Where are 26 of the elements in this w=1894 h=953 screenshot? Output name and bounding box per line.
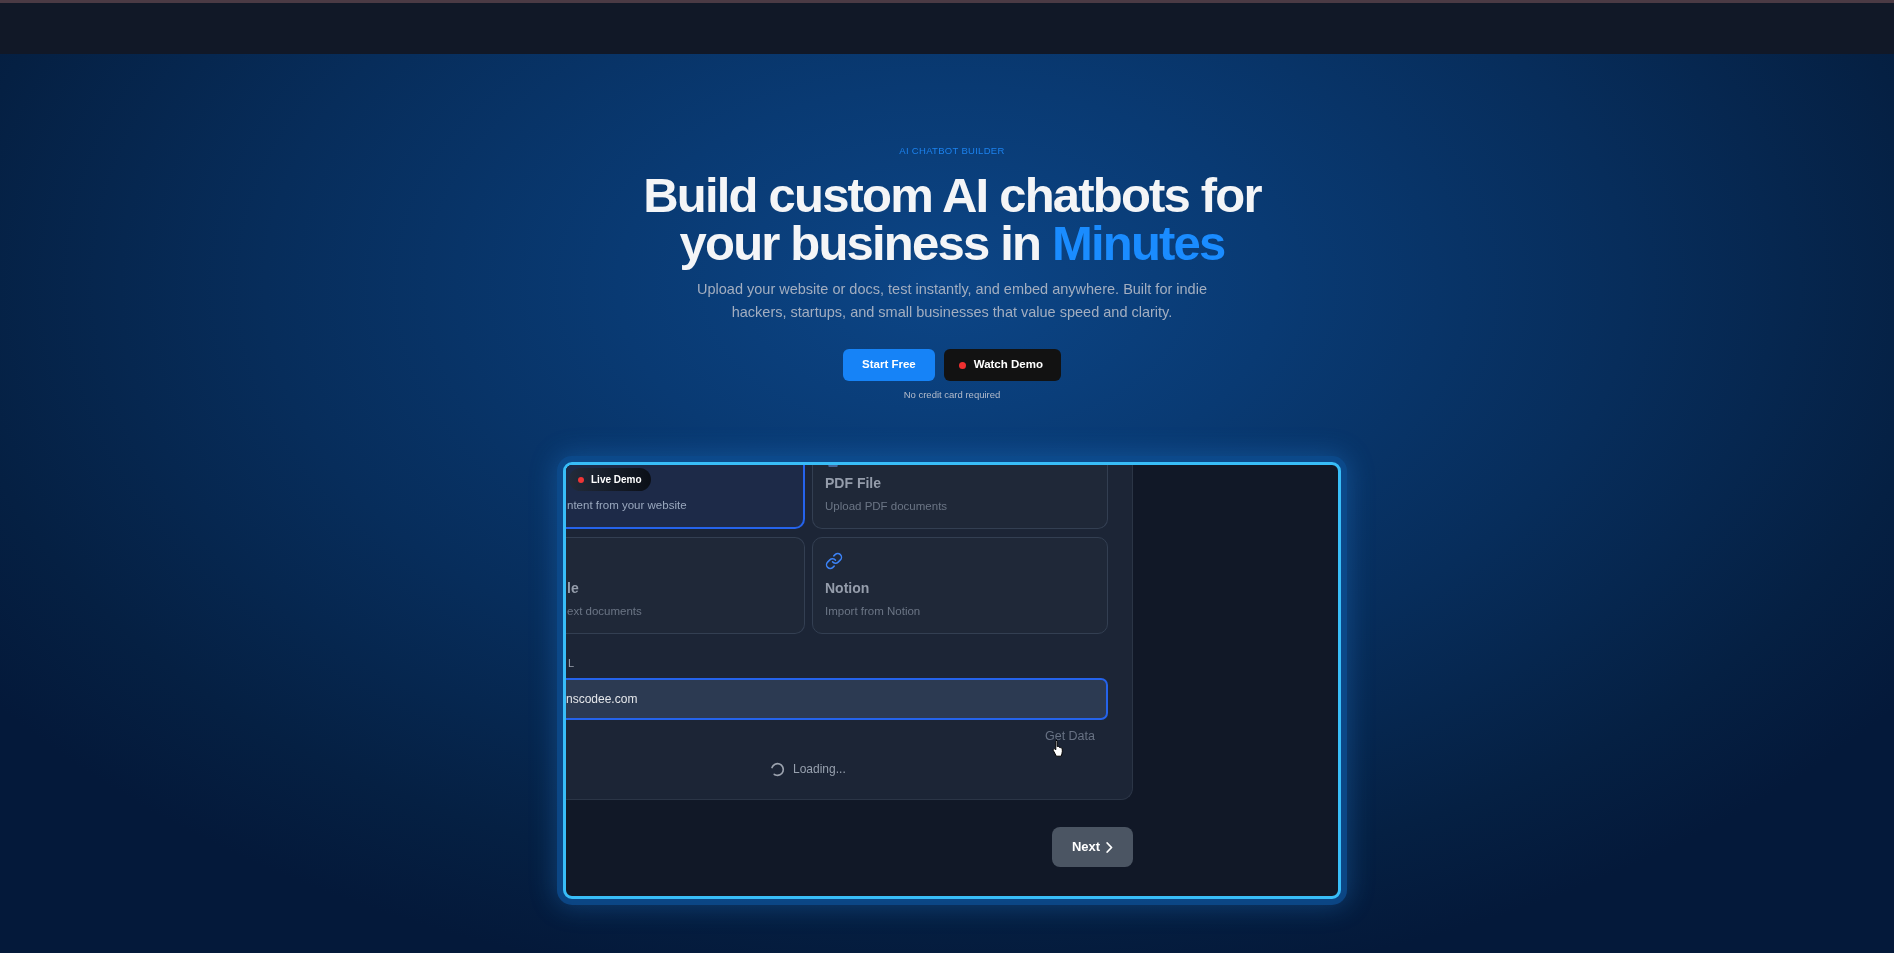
next-button[interactable]: Next	[1052, 827, 1133, 867]
no-credit-card-note: No credit card required	[903, 389, 1001, 401]
link-icon	[825, 552, 843, 570]
watch-demo-button[interactable]: Watch Demo	[943, 349, 1061, 381]
option-title: PDF File	[825, 474, 882, 493]
option-description: ntent from your website	[567, 498, 688, 513]
loading-text: Loading...	[793, 761, 846, 777]
start-free-button[interactable]: Start Free	[843, 349, 935, 381]
option-title: Notion	[825, 579, 871, 598]
spinner-icon	[770, 761, 785, 777]
hand-cursor-icon	[1052, 739, 1064, 757]
option-description: Import from Notion	[825, 604, 922, 619]
source-option-card[interactable]: Notion Import from Notion	[812, 537, 1108, 634]
url-input[interactable]: nscodee.com	[566, 678, 1108, 720]
live-dot-icon	[578, 476, 584, 483]
badge-label: Live Demo	[591, 473, 642, 486]
eyebrow-label: AI CHATBOT BUILDER	[899, 144, 1005, 158]
source-option-card[interactable]: le ext documents	[566, 537, 805, 634]
url-label: L	[567, 656, 576, 670]
option-description: ext documents	[567, 604, 643, 619]
hero-subtitle: Upload your website or docs, test instantly, and embed anywhere. Built for indie hackers, startups, and small businesses that value speed and clarity.	[696, 280, 1208, 322]
source-option-card[interactable]: PDF File Upload PDF documents	[812, 465, 1108, 529]
option-description: Upload PDF documents	[825, 499, 949, 514]
chevron-right-icon	[1106, 841, 1114, 853]
record-dot-icon	[958, 361, 966, 369]
option-title: le	[567, 579, 580, 598]
